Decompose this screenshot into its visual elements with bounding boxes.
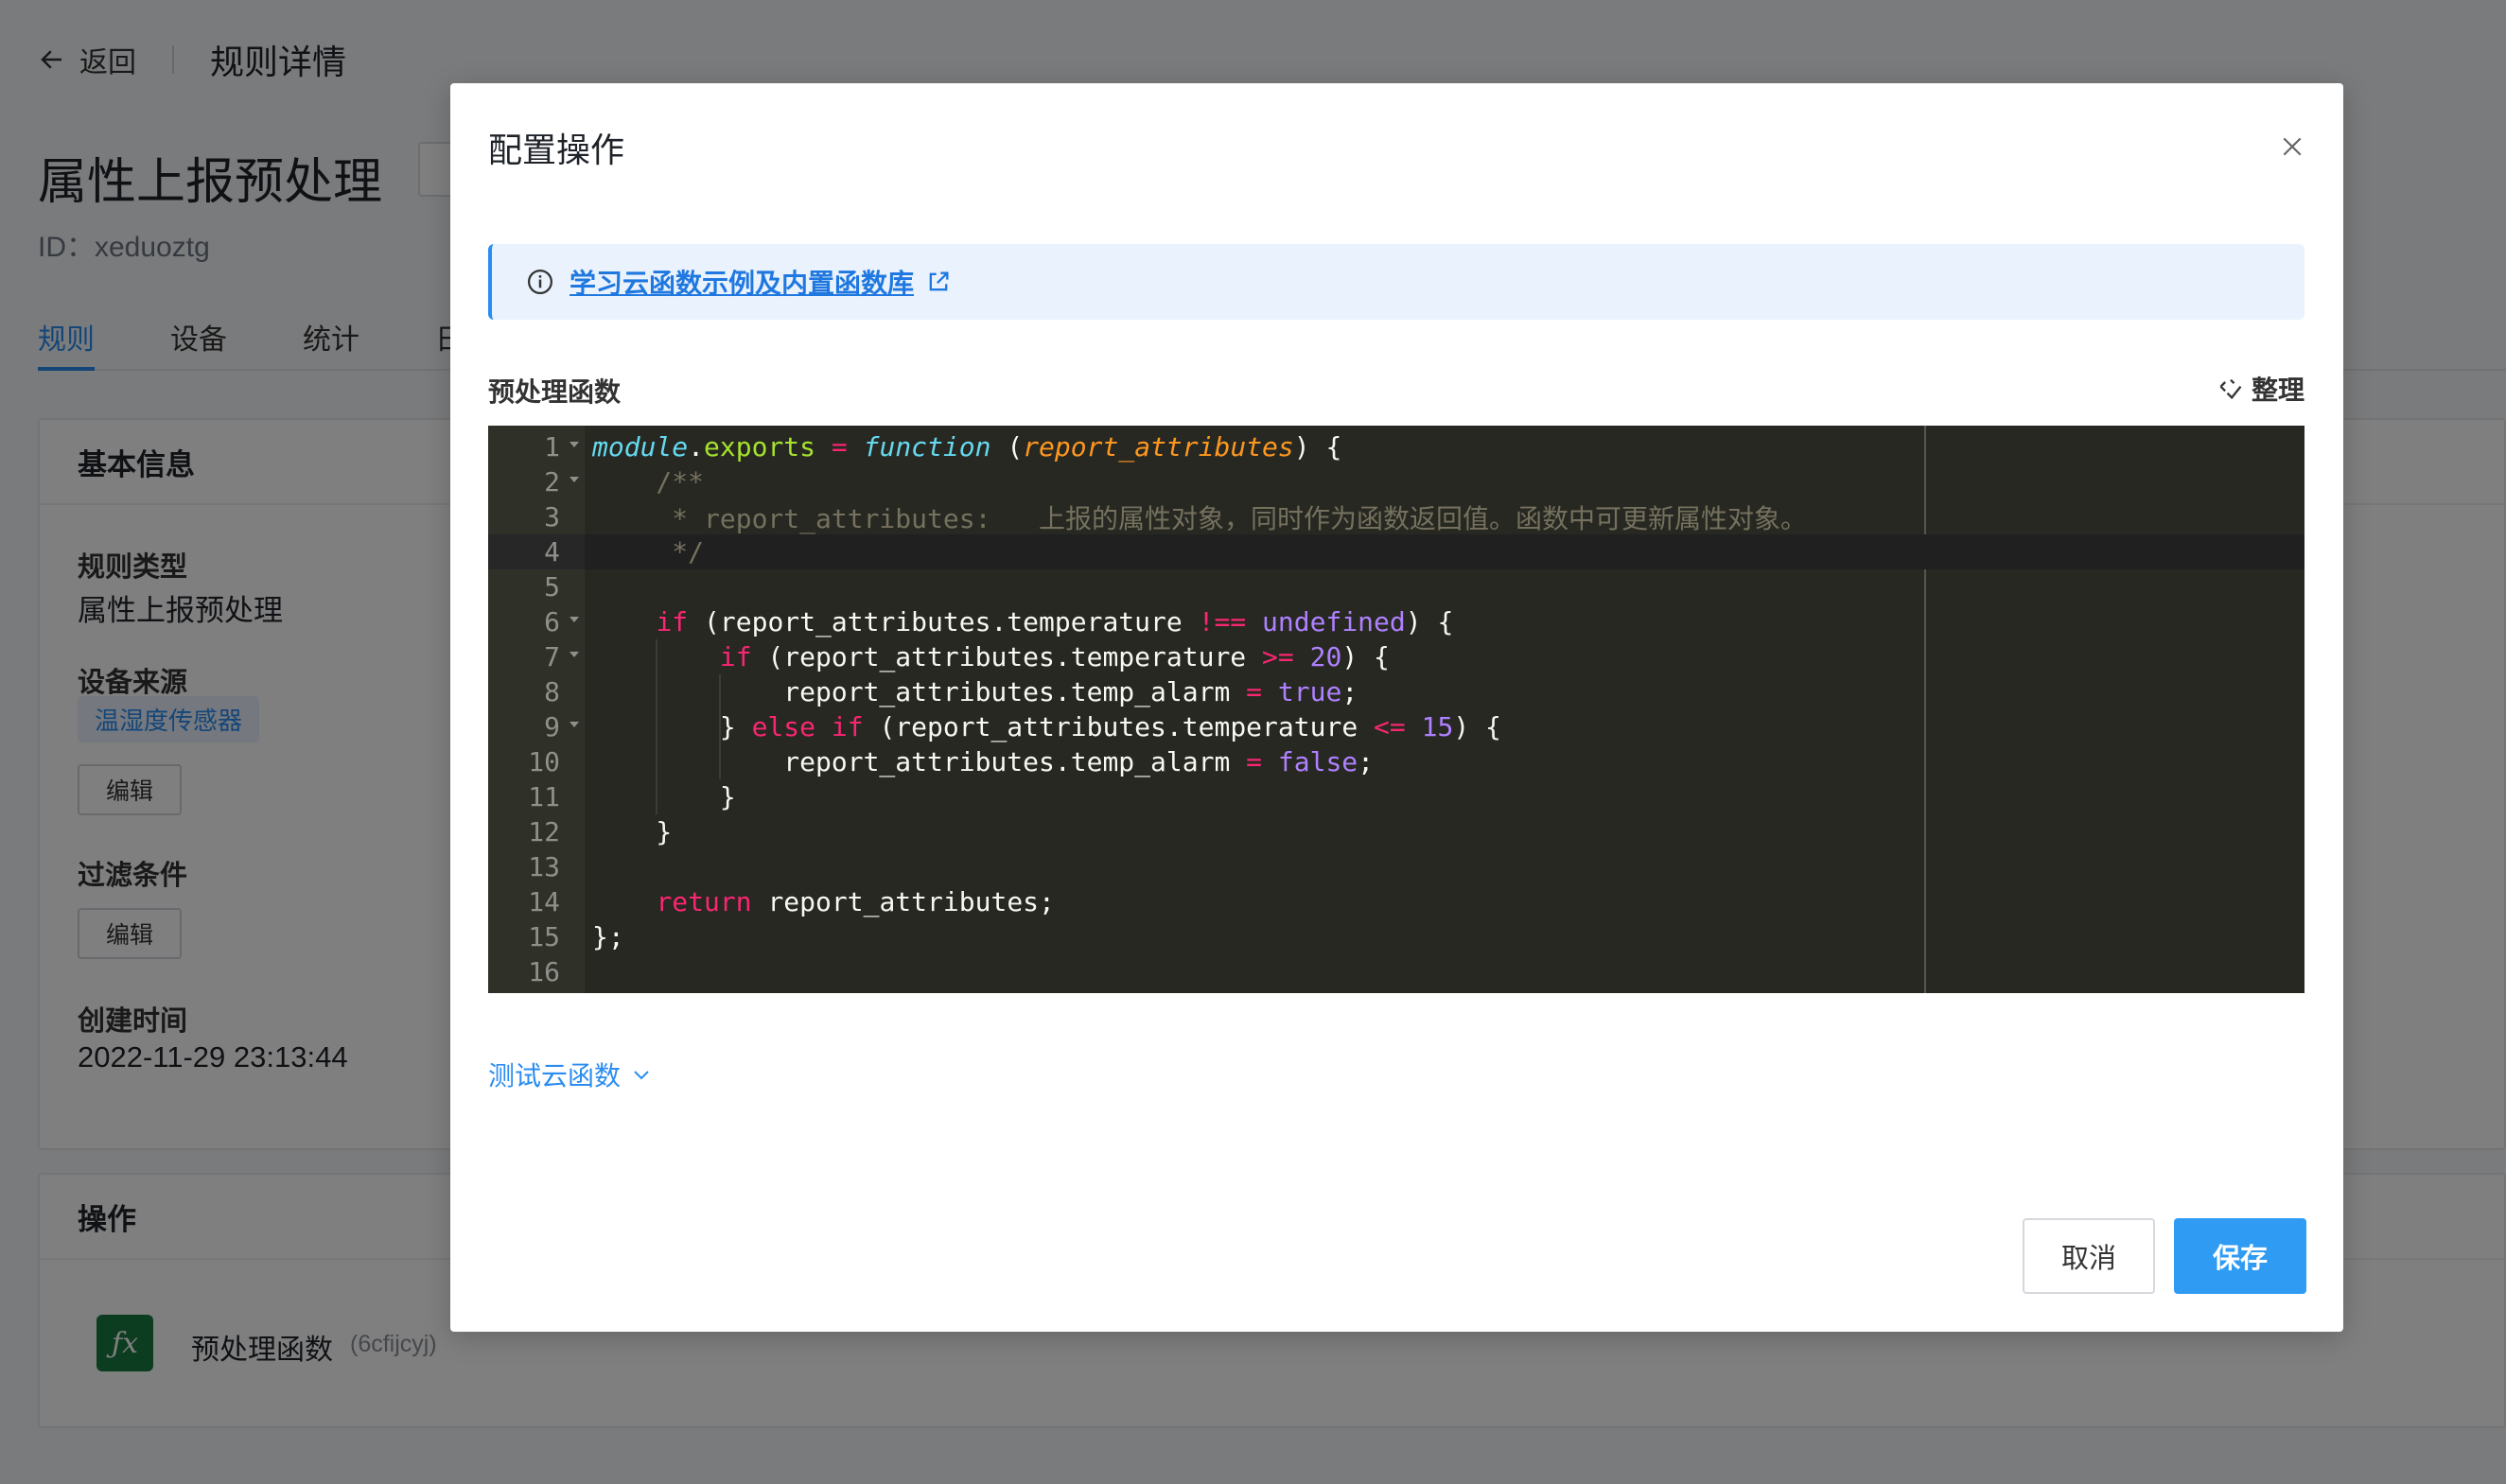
code-text: /** bbox=[592, 466, 705, 498]
line-number: 3 bbox=[544, 501, 560, 532]
line-number: 13 bbox=[528, 851, 560, 882]
fold-arrow-icon[interactable] bbox=[570, 652, 579, 657]
code-text: return report_attributes; bbox=[656, 886, 1055, 917]
configure-operation-dialog: 配置操作 学习云函数示例及内置函数库 预处理函数 整理 1 module.expo… bbox=[450, 83, 2343, 1332]
line-number: 2 bbox=[488, 464, 585, 499]
docs-link[interactable]: 学习云函数示例及内置函数库 bbox=[570, 263, 914, 301]
code-text: module.exports = function (report_attrib… bbox=[592, 431, 1342, 463]
line-number: 16 bbox=[528, 956, 560, 987]
code-line[interactable]: 9 } else if (report_attributes.temperatu… bbox=[488, 709, 2304, 744]
line-number: 11 bbox=[528, 781, 560, 812]
code-text: report_attributes.temp_alarm = true; bbox=[592, 676, 1358, 707]
code-line[interactable]: 11 } bbox=[488, 779, 2304, 814]
line-number: 6 bbox=[488, 604, 585, 639]
code-text: }; bbox=[592, 921, 624, 952]
line-number: 7 bbox=[488, 639, 585, 674]
code-line[interactable]: 4 */ bbox=[488, 534, 2304, 569]
code-line[interactable]: 13 bbox=[488, 849, 2304, 884]
code-line[interactable]: 1 module.exports = function (report_attri… bbox=[488, 429, 2304, 464]
indent-guide bbox=[719, 674, 722, 779]
fold-arrow-icon[interactable] bbox=[570, 617, 579, 622]
code-text: report_attributes.temp_alarm = false; bbox=[592, 746, 1375, 777]
code-line[interactable]: 5 bbox=[488, 569, 2304, 604]
fold-arrow-icon[interactable] bbox=[570, 442, 579, 447]
chevron-down-icon bbox=[634, 1071, 649, 1080]
fold-arrow-icon[interactable] bbox=[570, 722, 579, 727]
code-line[interactable]: 10 report_attributes.temp_alarm = false; bbox=[488, 744, 2304, 779]
code-editor[interactable]: 1 module.exports = function (report_attri… bbox=[488, 426, 2304, 993]
code-text: if (report_attributes.temperature >= 20)… bbox=[719, 641, 1390, 672]
code-text: } else if (report_attributes.temperature… bbox=[592, 711, 1501, 742]
fold-arrow-icon[interactable] bbox=[570, 477, 579, 482]
code-text: } bbox=[592, 816, 673, 847]
code-line[interactable]: 2 /** bbox=[488, 464, 2304, 499]
close-button[interactable] bbox=[2276, 131, 2308, 163]
code-line[interactable]: 12 } bbox=[488, 814, 2304, 849]
cancel-button[interactable]: 取消 bbox=[2023, 1218, 2155, 1294]
line-number: 10 bbox=[528, 746, 560, 777]
code-text: */ bbox=[592, 536, 705, 567]
code-line[interactable]: 6 if (report_attributes.temperature !== … bbox=[488, 604, 2304, 639]
code-line[interactable]: 3 * report_attributes: 上报的属性对象，同时作为函数返回值… bbox=[488, 499, 2304, 534]
line-number: 5 bbox=[544, 571, 560, 602]
code-line[interactable]: 15}; bbox=[488, 919, 2304, 954]
code-text: * report_attributes: 上报的属性对象，同时作为函数返回值。函… bbox=[592, 502, 1808, 534]
code-line[interactable]: 16 bbox=[488, 954, 2304, 989]
line-number: 14 bbox=[528, 886, 560, 917]
line-number: 15 bbox=[528, 921, 560, 952]
code-line[interactable]: 14 return report_attributes; bbox=[488, 884, 2304, 919]
info-icon bbox=[528, 270, 552, 294]
line-number: 4 bbox=[488, 534, 585, 569]
format-label: 整理 bbox=[2252, 375, 2305, 405]
indent-guide bbox=[656, 639, 658, 814]
close-icon bbox=[2283, 137, 2302, 156]
code-text: } bbox=[592, 781, 736, 812]
test-function-toggle[interactable]: 测试云函数 bbox=[488, 1056, 653, 1093]
code-text: if (report_attributes.temperature !== un… bbox=[656, 606, 1454, 637]
code-line[interactable]: 7 if (report_attributes.temperature >= 2… bbox=[488, 639, 2304, 674]
format-icon bbox=[2219, 378, 2242, 400]
line-number: 8 bbox=[544, 676, 560, 707]
save-button[interactable]: 保存 bbox=[2174, 1218, 2306, 1294]
code-line[interactable]: 8 report_attributes.temp_alarm = true; bbox=[488, 674, 2304, 709]
external-link-icon[interactable] bbox=[925, 269, 952, 295]
line-number: 1 bbox=[488, 429, 585, 464]
line-number: 12 bbox=[528, 816, 560, 847]
dialog-title: 配置操作 bbox=[488, 131, 625, 169]
line-number: 9 bbox=[488, 709, 585, 744]
function-section-label: 预处理函数 bbox=[488, 377, 622, 407]
info-banner: 学习云函数示例及内置函数库 bbox=[488, 244, 2304, 320]
test-function-label: 测试云函数 bbox=[488, 1061, 622, 1091]
format-code-button[interactable]: 整理 bbox=[2217, 370, 2304, 408]
